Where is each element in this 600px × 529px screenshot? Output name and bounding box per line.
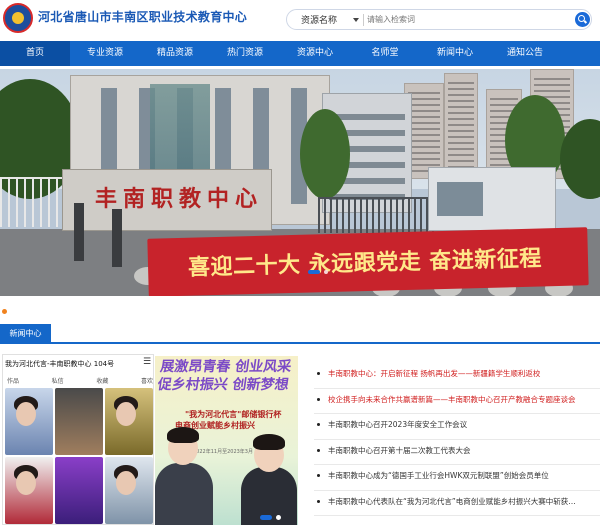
nav-item-home[interactable]: 首页 [0,41,70,66]
slide-indicator-dot[interactable] [2,309,7,314]
news-carousel-dots [260,515,290,521]
bullet-icon [317,499,320,503]
main-nav: 首页 专业资源 精品资源 热门资源 资源中心 名师堂 新闻中心 通知公告 [0,41,600,66]
phone-tab: 作品 [7,378,20,385]
banner-guard-house [428,167,556,231]
banner-gate-rail [318,197,438,233]
banner-tower [444,73,478,179]
news-item[interactable]: 丰南职教中心成为“德国手工业行会HWK双元制联盟”创始会员单位 [314,465,600,491]
carousel-dot[interactable] [324,270,328,274]
phone-tab: 收藏 [96,378,109,385]
news-image-phone-screenshot[interactable]: 我为河北代言-丰南职教中心 104号 ☰ 作品 私信 收藏 喜欢 [2,354,154,525]
news-item-title[interactable]: 丰南职教中心成为“德国手工业行会HWK双元制联盟”创始会员单位 [328,465,600,487]
carousel-dot-active[interactable] [308,270,320,274]
phone-video-grid [5,388,153,524]
news-item-title[interactable]: 丰南职教中心召开第十届二次教工代表大会 [328,440,600,462]
search-category-select[interactable]: 资源名称 [301,13,337,26]
carousel-dot-active[interactable] [260,515,272,520]
banner-carousel[interactable]: 丰南职教中心 喜迎二十大 永远跟党走 奋进新征程 [0,69,600,296]
bullet-icon [317,474,320,477]
video-thumbnail [55,457,103,524]
news-image-poster[interactable]: 展激昂青春 创业风采 促乡村振兴 创新梦想 "我为河北代言"邮储银行杯 电商创业… [155,356,298,525]
video-thumbnail [55,388,103,455]
nav-item-notices[interactable]: 通知公告 [490,41,560,66]
bullet-icon [317,397,320,401]
banner-tree [300,109,350,199]
poster-person [155,463,213,525]
poster-title-line: 展激昂青春 创业风采 [159,359,293,375]
bullet-icon [317,448,320,452]
video-thumbnail [5,388,53,455]
news-item-title[interactable]: 丰南职教中心召开2023年度安全工作会议 [328,414,600,436]
nav-item-news-center[interactable]: 新闻中心 [420,41,490,66]
poster-title-line: 促乡村振兴 创新梦想 [156,377,290,393]
news-list: 丰南职教中心：开启新征程 扬帆再出发——新疆籍学生顺利返校 校企携手向未来合作共… [314,363,600,516]
search-divider [363,14,364,26]
site-header: 河北省唐山市丰南区职业技术教育中心 资源名称 [0,0,600,40]
search-bar: 资源名称 [286,9,592,30]
site-title[interactable]: 河北省唐山市丰南区职业技术教育中心 [38,8,247,25]
poster-title: 展激昂青春 创业风采 促乡村振兴 创新梦想 [156,358,298,394]
bullet-icon [317,372,320,375]
phone-tab: 私信 [51,378,64,385]
banner-fence [0,177,66,227]
phone-tab: 喜欢 [140,378,153,385]
news-item[interactable]: 丰南职教中心召开第十届二次教工代表大会 [314,440,600,465]
video-thumbnail [105,388,153,455]
nav-item-major-resources[interactable]: 专业资源 [70,41,140,66]
school-emblem-icon[interactable] [3,3,33,33]
search-icon[interactable] [575,12,590,27]
poster-person-hair [167,427,199,443]
nav-item-famous-teachers[interactable]: 名师堂 [350,41,420,66]
banner-post [74,203,84,261]
news-item[interactable]: 校企携手向未来合作共赢谱新篇——丰南职教中心召开产教融合专题座谈会 [314,389,600,414]
carousel-dot[interactable] [276,515,281,520]
news-section-header: 新闻中心 [0,324,600,344]
search-input[interactable] [367,12,567,27]
bullet-icon [317,423,320,426]
news-section-tab[interactable]: 新闻中心 [0,324,51,344]
phone-tabs: 作品 私信 收藏 喜欢 [7,376,153,385]
news-item-title[interactable]: 丰南职教中心：开启新征程 扬帆再出发——新疆籍学生顺利返校 [328,363,600,385]
news-item-title[interactable]: 校企携手向未来合作共赢谱新篇——丰南职教中心召开产教融合专题座谈会 [328,389,600,411]
nav-item-quality-resources[interactable]: 精品资源 [140,41,210,66]
nav-item-popular-resources[interactable]: 热门资源 [210,41,280,66]
more-icon: ☰ [143,357,152,367]
chevron-down-icon[interactable] [353,18,359,22]
banner-slogan-sign: 喜迎二十大 永远跟党走 奋进新征程 [147,227,589,296]
news-item[interactable]: 丰南职教中心召开2023年度安全工作会议 [314,414,600,440]
nav-item-resource-center[interactable]: 资源中心 [280,41,350,66]
video-thumbnail [5,457,53,524]
poster-person-hair [253,434,285,450]
news-item-title[interactable]: 丰南职教中心代表队在“我为河北代言”电商创业赋能乡村振兴大赛中斩获… [328,491,600,513]
banner-post [112,209,122,267]
banner-slogan: 喜迎二十大 永远跟党走 奋进新征程 [187,245,543,281]
phone-account-title: 我为河北代言-丰南职教中心 104号 [5,360,115,368]
poster-date: 2022年11月至2023年3月 [193,449,253,455]
video-thumbnail [105,457,153,524]
poster-subtitle: "我为河北代言"邮储银行杯 [185,410,282,419]
news-item[interactable]: 丰南职教中心：开启新征程 扬帆再出发——新疆籍学生顺利返校 [314,363,600,389]
news-item[interactable]: 丰南职教中心代表队在“我为河北代言”电商创业赋能乡村振兴大赛中斩获… [314,491,600,516]
